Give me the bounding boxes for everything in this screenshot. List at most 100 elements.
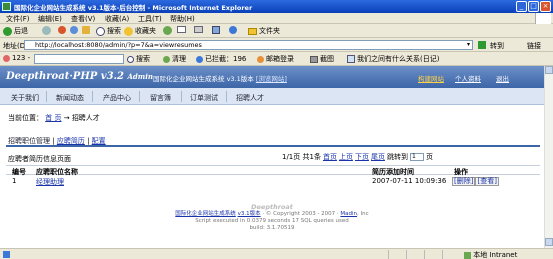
profile-link[interactable]: 个人资料 <box>455 73 481 83</box>
breadcrumb-home-link[interactable]: 首 页 <box>45 114 61 122</box>
build-site-link[interactable]: 构建网站 <box>418 73 444 83</box>
edit-page-icon <box>212 26 220 34</box>
page-select[interactable]: 1 <box>409 153 424 161</box>
address-input[interactable]: http://localhost:8080/admin/?p=7&a=viewr… <box>24 40 473 50</box>
tab-config[interactable]: 配置 <box>92 137 106 145</box>
plugin-search-label: 搜索 <box>136 55 150 63</box>
pager-first-link[interactable]: 首页 <box>323 152 337 162</box>
maximize-button[interactable]: □ <box>528 1 539 12</box>
pager-prev-link[interactable]: 上页 <box>339 152 353 162</box>
blog-link-button[interactable]: 我们之间有什么关系(日记) <box>347 54 439 64</box>
app-title-text: 国际化企业网站生成系统 v3.1版本 <box>153 75 254 83</box>
search-label: 搜索 <box>107 27 121 35</box>
pager-summary: 1/1页 共1条 <box>282 153 321 161</box>
nav-divider <box>181 91 182 102</box>
footer-system-link[interactable]: 国际化企业网站生成系统 <box>175 211 236 217</box>
minimize-button[interactable]: _ <box>516 1 527 12</box>
nav-about[interactable]: 关于我们 <box>11 93 39 103</box>
page-icon <box>347 55 355 63</box>
table-header: 编号 应聘职位名称 简历添加时间 操作 <box>6 165 540 176</box>
mail-login-button[interactable]: 邮箱登录 <box>257 54 294 64</box>
nav-recruit[interactable]: 招聘人才 <box>236 93 264 103</box>
footer-company-link[interactable]: Madin <box>340 211 357 217</box>
shield-icon <box>196 55 203 63</box>
footer-brand: Deepthroat <box>251 203 293 211</box>
screenshot-button[interactable]: 截图 <box>310 54 334 64</box>
favorites-label: 收藏夹 <box>135 27 156 35</box>
row-position-link[interactable]: 经理助理 <box>36 177 64 187</box>
forward-button[interactable] <box>42 26 51 35</box>
app-logo: Deepthroat·PHP v3.2 Admin <box>6 71 153 82</box>
pager-next-link[interactable]: 下页 <box>355 152 369 162</box>
scroll-down-arrow-icon[interactable] <box>545 238 553 246</box>
nav-orders[interactable]: 订单测试 <box>190 93 218 103</box>
delete-button[interactable]: [删除] <box>452 177 476 186</box>
edit-button[interactable] <box>212 26 220 34</box>
tab-resumes[interactable]: 应聘简历 <box>57 137 85 145</box>
toolbar-123-button[interactable]: 123 - <box>3 54 30 62</box>
popup-blocked-button[interactable]: 已拦截：196 <box>196 54 246 64</box>
links-button[interactable]: 链接 <box>527 41 541 51</box>
address-dropdown-icon[interactable]: ▾ <box>467 41 470 48</box>
plugin-toolbar: 123 - 搜索 清理 已拦截：196 邮箱登录 截图 我们之间有什么关系(日记… <box>0 52 553 66</box>
web-content: Deepthroat·PHP v3.2 Admin 国际化企业网站生成系统 v3… <box>0 66 544 248</box>
view-site-link[interactable]: [浏览网站] <box>256 75 287 83</box>
menu-view[interactable]: 查看(V) <box>71 14 95 24</box>
logout-link[interactable]: 退出 <box>496 73 509 83</box>
popup-blocked-label: 已拦截：196 <box>205 55 247 63</box>
menu-edit[interactable]: 编辑(E) <box>38 14 62 24</box>
messenger-icon <box>229 26 237 34</box>
scroll-up-arrow-icon[interactable] <box>545 66 553 74</box>
mail-button[interactable] <box>177 26 186 33</box>
nav-news[interactable]: 新闻动态 <box>56 93 84 103</box>
tab-job-management[interactable]: 招聘职位管理 <box>8 137 50 145</box>
menu-file[interactable]: 文件(F) <box>6 14 30 24</box>
pager-last-link[interactable]: 尾页 <box>371 152 385 162</box>
folders-button[interactable]: 文件夹 <box>248 26 280 36</box>
security-zone-label: 本地 Intranet <box>473 251 518 259</box>
toolbar-123-label: 123 - <box>12 54 31 62</box>
plugin-search-button[interactable]: 搜索 <box>127 54 150 64</box>
tab-divider: | <box>87 137 90 145</box>
go-arrow-icon[interactable] <box>478 41 486 49</box>
view-button[interactable]: [查看] <box>475 177 499 186</box>
window-titlebar: 国际化企业网站生成系统 v3.1版本-后台控制 - Microsoft Inte… <box>0 0 553 13</box>
messenger-button[interactable] <box>229 26 237 34</box>
intranet-zone-icon <box>464 251 471 259</box>
nav-products[interactable]: 产品中心 <box>103 93 131 103</box>
close-button[interactable]: × <box>540 1 551 12</box>
print-button[interactable] <box>194 26 203 33</box>
history-button[interactable] <box>163 26 172 35</box>
refresh-button[interactable] <box>70 26 78 34</box>
menu-tools[interactable]: 工具(T) <box>138 14 162 24</box>
home-button[interactable] <box>82 26 90 34</box>
pager-goto-label: 跳转到 <box>386 153 408 161</box>
tab-divider: | <box>52 137 55 145</box>
back-arrow-icon <box>3 26 12 36</box>
vertical-scrollbar[interactable] <box>544 66 553 248</box>
footer-copyright-text: · © Copyright 2003 - 2007 · <box>262 211 339 217</box>
stop-button[interactable] <box>58 26 66 34</box>
search-toolbar-button[interactable]: 搜索 <box>96 26 121 36</box>
favorites-button[interactable]: 收藏夹 <box>124 26 156 36</box>
plugin-search-input[interactable] <box>34 54 124 64</box>
pager: 1/1页 共1条 首页 上页 下页 尾页 跳转到 1 页 <box>282 152 433 162</box>
refresh-icon <box>70 26 78 34</box>
menu-help[interactable]: 帮助(H) <box>170 14 195 24</box>
plugin-icon <box>3 54 10 62</box>
folder-label: 文件夹 <box>259 27 280 35</box>
tab-underline <box>6 145 540 147</box>
menu-favorites[interactable]: 收藏(A) <box>105 14 129 24</box>
breadcrumb-separator: → <box>63 114 70 122</box>
footer-version-link[interactable]: v3.1版本 <box>238 211 261 217</box>
nav-guestbook[interactable]: 留言簿 <box>150 93 171 103</box>
standard-toolbar: 后退 搜索 收藏夹 文件夹 <box>0 24 553 38</box>
status-cell <box>424 250 442 259</box>
window-title: 国际化企业网站生成系统 v3.1版本-后台控制 - Microsoft Inte… <box>14 4 253 12</box>
footer-build: build: 3.1.70519 <box>249 225 295 231</box>
breadcrumb-current: 招聘人才 <box>71 114 100 122</box>
back-button[interactable]: 后退 <box>3 26 28 36</box>
blog-link-label: 我们之间有什么关系(日记) <box>357 55 440 63</box>
clean-button[interactable]: 清理 <box>163 54 186 64</box>
go-button[interactable]: 转到 <box>490 41 504 51</box>
